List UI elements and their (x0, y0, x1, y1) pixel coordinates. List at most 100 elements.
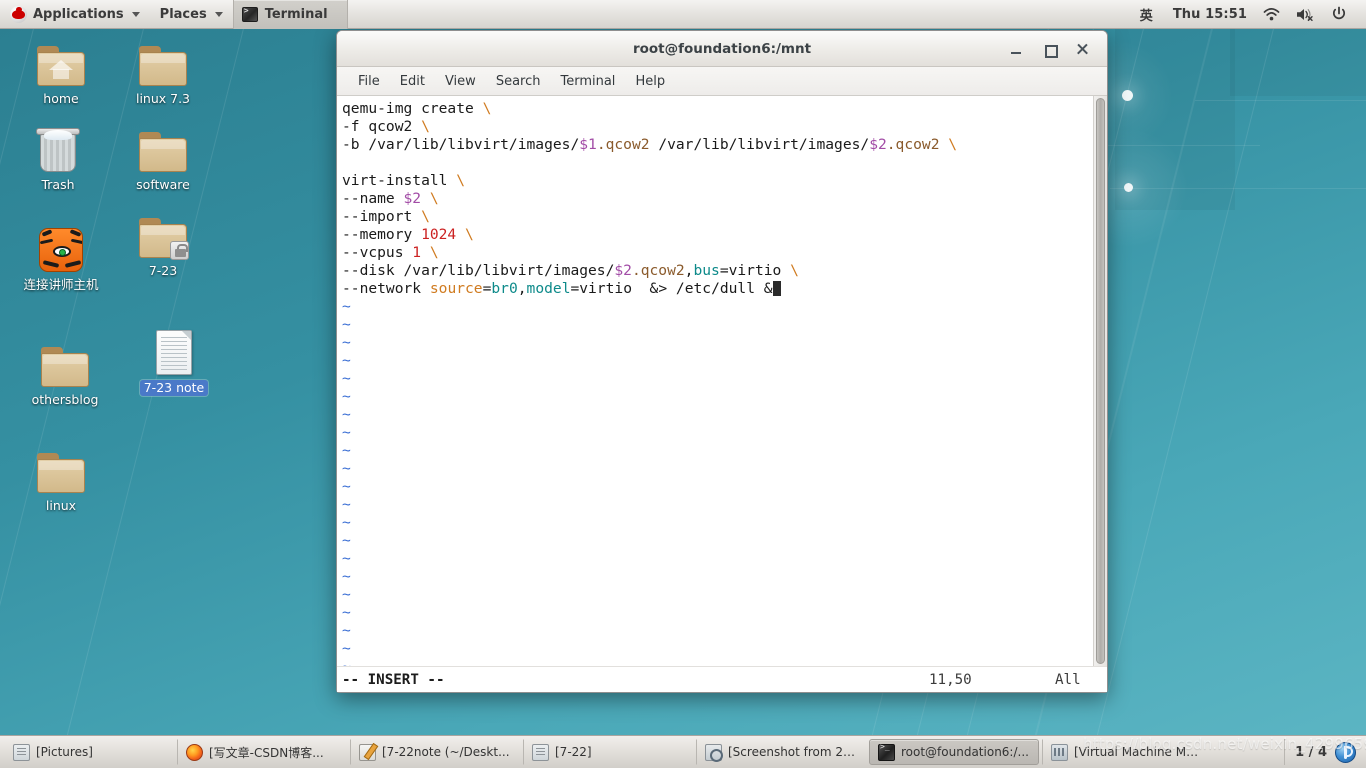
vim-empty-line: ~ (342, 604, 351, 621)
screenshot-icon (705, 743, 723, 762)
terminal-scrollbar[interactable] (1093, 96, 1107, 666)
folder-home-icon (37, 36, 85, 86)
folder-icon (37, 443, 85, 493)
taskbar-item-7-22[interactable]: [7-22] (523, 739, 693, 765)
taskbar: [Pictures] [写文章-CSDN博客... [7-22note (~/D… (0, 735, 1366, 768)
terminal-body[interactable]: qemu-img create \ -f qcow2 \ -b /var/lib/l… (337, 96, 1107, 666)
taskbar-item-label: [Virtual Machine Man... (1074, 745, 1203, 759)
redhat-logo-icon (10, 5, 27, 23)
terminal-line: qemu-img create \ (342, 100, 492, 117)
desktop-icon-linux-73[interactable]: linux 7.3 (111, 36, 215, 107)
files-icon (13, 743, 30, 761)
menu-edit[interactable]: Edit (391, 71, 434, 92)
menu-terminal[interactable]: Terminal (551, 71, 624, 92)
window-tab-label: Terminal (264, 6, 328, 22)
applications-menu[interactable]: Applications (0, 0, 150, 29)
desktop-icon-othersblog[interactable]: othersblog (13, 337, 117, 408)
desktop-icon-label: Trash (41, 177, 75, 192)
taskbar-item-firefox[interactable]: [写文章-CSDN博客... (177, 739, 347, 765)
vim-empty-line: ~ (342, 550, 351, 567)
document-icon (156, 325, 192, 375)
menu-view[interactable]: View (436, 71, 485, 92)
taskbar-item-screenshot[interactable]: [Screenshot from 20... (696, 739, 866, 765)
vim-empty-line: ~ (342, 424, 351, 441)
desktop-icon-label: othersblog (31, 392, 99, 407)
desktop-icon-connect-instructor-host[interactable]: 连接讲师主机 (9, 222, 113, 293)
terminal-line: --import \ (342, 208, 430, 225)
terminal-icon (878, 742, 895, 761)
vim-empty-line: ~ (342, 496, 351, 513)
places-menu[interactable]: Places (150, 0, 233, 29)
menu-search[interactable]: Search (487, 71, 550, 92)
panel-status-area: 英 Thu 15:51 (1133, 0, 1366, 29)
folder-locked-icon (139, 208, 189, 260)
minimize-button[interactable] (1008, 41, 1024, 57)
desktop-icon-linux[interactable]: linux (9, 443, 113, 514)
vim-editor-text[interactable]: qemu-img create \ -f qcow2 \ -b /var/lib/l… (337, 96, 1093, 666)
desktop-icon-label: 7-23 (148, 263, 178, 278)
vim-empty-line: ~ (342, 370, 351, 387)
vim-empty-line: ~ (342, 532, 351, 549)
window-title: root@foundation6:/mnt (632, 40, 812, 57)
workspace-label: 1 / 4 (1295, 744, 1327, 760)
terminal-window[interactable]: root@foundation6:/mnt File Edit View Sea… (336, 30, 1108, 693)
clock-label: Thu 15:51 (1172, 6, 1247, 22)
chevron-down-icon (131, 11, 140, 17)
files-icon (532, 743, 549, 761)
vim-empty-line: ~ (342, 352, 351, 369)
speaker-muted-icon (1297, 8, 1313, 21)
workspace-switcher[interactable]: 1 / 4 (1284, 739, 1362, 765)
desktop-icon-label: 连接讲师主机 (23, 277, 99, 292)
menu-file[interactable]: File (349, 71, 389, 92)
desktop-icon-home[interactable]: home (9, 36, 113, 107)
folder-icon (139, 36, 187, 86)
vim-empty-line: ~ (342, 622, 351, 639)
maximize-button[interactable] (1041, 41, 1058, 58)
input-method-indicator[interactable]: 英 (1133, 0, 1164, 29)
tiger-app-icon (39, 222, 83, 272)
vim-empty-line: ~ (342, 478, 351, 495)
folder-icon (139, 122, 187, 172)
desktop-icon-label: 7-23 note (139, 380, 209, 397)
taskbar-item-label: [7-22note (~/Deskt... (382, 745, 510, 759)
desktop-icon-7-23[interactable]: 7-23 (111, 208, 215, 279)
vim-empty-line: ~ (342, 640, 351, 657)
desktop-icon-label: software (136, 177, 190, 192)
gedit-icon (359, 743, 376, 761)
vim-scroll-indicator: All (1055, 671, 1081, 688)
menu-help[interactable]: Help (626, 71, 674, 92)
vim-cursor-position: 11,50 (929, 671, 972, 688)
desktop-icon-label: home (43, 91, 79, 106)
close-button[interactable] (1074, 41, 1090, 57)
window-list-item-terminal[interactable]: Terminal (232, 0, 348, 29)
desktop-icon-trash[interactable]: Trash (6, 122, 110, 193)
vim-empty-line: ~ (342, 568, 351, 585)
vim-empty-line: ~ (342, 298, 351, 315)
top-panel: Applications Places Terminal 英 Thu 15:51 (0, 0, 1366, 29)
vim-empty-line: ~ (342, 514, 351, 531)
vmm-icon (1051, 743, 1068, 761)
show-desktop-icon[interactable] (1335, 741, 1356, 763)
taskbar-item-terminal[interactable]: root@foundation6:/... (869, 739, 1039, 765)
scrollbar-thumb[interactable] (1096, 98, 1105, 664)
desktop-icon-7-23-note[interactable]: 7-23 note (122, 325, 226, 397)
terminal-titlebar[interactable]: root@foundation6:/mnt (337, 31, 1107, 67)
desktop-icon-software[interactable]: software (111, 122, 215, 193)
taskbar-item-label: [Screenshot from 20... (728, 745, 857, 759)
taskbar-item-gedit[interactable]: [7-22note (~/Deskt... (350, 739, 520, 765)
applications-menu-label: Applications (33, 6, 124, 22)
vim-empty-line: ~ (342, 658, 1093, 666)
firefox-icon (186, 743, 203, 761)
taskbar-item-label: [写文章-CSDN博客... (209, 745, 324, 760)
taskbar-item-virt-manager[interactable]: [Virtual Machine Man... (1042, 739, 1212, 765)
network-indicator[interactable] (1256, 0, 1287, 29)
clock[interactable]: Thu 15:51 (1166, 0, 1254, 29)
vim-empty-line: ~ (342, 460, 351, 477)
terminal-line: --network source=br0,model=virtio &> /et… (342, 280, 1093, 298)
system-menu[interactable] (1324, 0, 1358, 29)
volume-indicator[interactable] (1289, 0, 1322, 29)
folder-icon (41, 337, 89, 387)
input-method-label: 英 (1139, 8, 1153, 24)
taskbar-item-pictures[interactable]: [Pictures] (4, 739, 174, 765)
taskbar-item-label: root@foundation6:/... (901, 745, 1029, 759)
